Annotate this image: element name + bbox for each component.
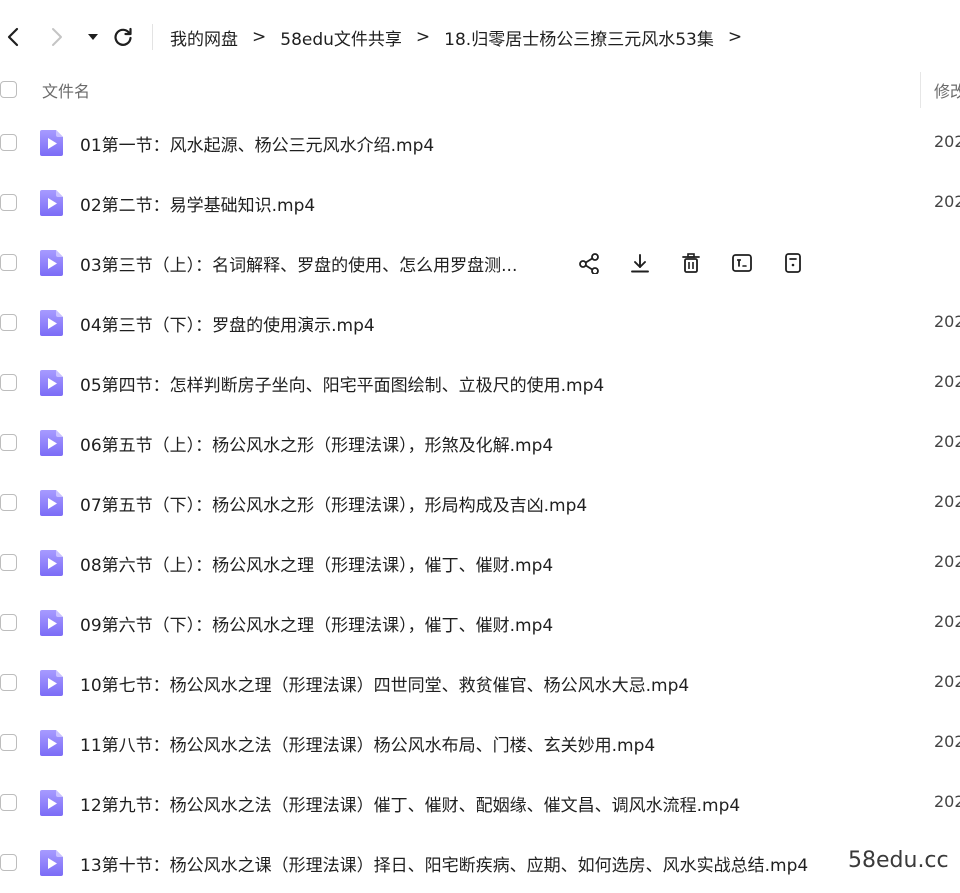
column-header-date[interactable]: 修改 xyxy=(934,78,960,102)
file-name[interactable]: 09第六节（下）：杨公风水之理（形理法课），催丁、催财.mp4 xyxy=(80,611,553,636)
chevron-right-icon xyxy=(52,28,62,46)
refresh-icon xyxy=(114,27,132,46)
video-file-icon xyxy=(40,130,63,156)
refresh-button[interactable] xyxy=(110,24,136,50)
file-row[interactable]: 12第九节：杨公风水之法（形理法课）催丁、催财、配姻缘、催文昌、调风水流程.mp… xyxy=(0,773,960,833)
file-row[interactable]: 10第七节：杨公风水之理（形理法课）四世同堂、救贫催官、杨公风水大忌.mp4 2… xyxy=(0,653,960,713)
rename-button[interactable] xyxy=(729,250,755,276)
toolbar-divider xyxy=(152,24,153,50)
file-row[interactable]: 08第六节（上）：杨公风水之理（形理法课），催丁、催财.mp4 2024 xyxy=(0,533,960,593)
breadcrumb-item[interactable]: 我的网盘 xyxy=(170,25,238,50)
video-file-icon xyxy=(40,310,63,336)
row-checkbox[interactable] xyxy=(0,434,17,451)
video-file-icon xyxy=(40,490,63,516)
file-name[interactable]: 12第九节：杨公风水之法（形理法课）催丁、催财、配姻缘、催文昌、调风水流程.mp… xyxy=(80,791,740,816)
file-row[interactable]: 07第五节（下）：杨公风水之形（形理法课），形局构成及吉凶.mp4 2024 xyxy=(0,473,960,533)
row-checkbox[interactable] xyxy=(0,734,17,751)
video-file-icon xyxy=(40,430,63,456)
modified-date: 2024 xyxy=(934,372,960,391)
breadcrumb-item[interactable]: 18.归零居士杨公三撩三元风水53集 xyxy=(444,25,714,50)
file-name[interactable]: 04第三节（下）：罗盘的使用演示.mp4 xyxy=(80,311,375,336)
file-name[interactable]: 05第四节：怎样判断房子坐向、阳宅平面图绘制、立极尺的使用.mp4 xyxy=(80,371,604,396)
delete-button[interactable] xyxy=(678,250,704,276)
delete-icon xyxy=(682,253,700,273)
video-file-icon xyxy=(40,190,63,216)
modified-date: 2024 xyxy=(934,612,960,631)
file-name[interactable]: 02第二节：易学基础知识.mp4 xyxy=(80,191,315,216)
file-row[interactable]: 06第五节（上）：杨公风水之形（形理法课），形煞及化解.mp4 2024 xyxy=(0,413,960,473)
download-icon xyxy=(631,254,649,273)
file-row[interactable]: 02第二节：易学基础知识.mp4 2024 xyxy=(0,173,960,233)
chevron-left-icon xyxy=(7,27,19,47)
file-name[interactable]: 06第五节（上）：杨公风水之形（形理法课），形煞及化解.mp4 xyxy=(80,431,553,456)
column-divider[interactable] xyxy=(920,72,921,108)
download-button[interactable] xyxy=(627,250,653,276)
file-list: 01第一节：风水起源、杨公三元风水介绍.mp4 2024 02第二节：易学基础知… xyxy=(0,113,960,893)
file-name[interactable]: 10第七节：杨公风水之理（形理法课）四世同堂、救贫催官、杨公风水大忌.mp4 xyxy=(80,671,689,696)
forward-button[interactable] xyxy=(44,24,70,50)
row-actions xyxy=(576,250,831,276)
file-name[interactable]: 07第五节（下）：杨公风水之形（形理法课），形局构成及吉凶.mp4 xyxy=(80,491,587,516)
file-row[interactable]: 11第八节：杨公风水之法（形理法课）杨公风水布局、门楼、玄关妙用.mp4 202… xyxy=(0,713,960,773)
video-file-icon xyxy=(40,790,63,816)
video-file-icon xyxy=(40,730,63,756)
modified-date: 2024 xyxy=(934,732,960,751)
file-row-hovered[interactable]: 03第三节（上）：名词解释、罗盘的使用、怎么用罗盘测... xyxy=(0,233,960,293)
modified-date: 2024 xyxy=(934,492,960,511)
file-row[interactable]: 04第三节（下）：罗盘的使用演示.mp4 2024 xyxy=(0,293,960,353)
modified-date: 2024 xyxy=(934,192,960,211)
video-file-icon xyxy=(40,850,63,876)
video-file-icon xyxy=(40,670,63,696)
video-file-icon xyxy=(40,250,63,276)
row-checkbox[interactable] xyxy=(0,374,17,391)
breadcrumb: 我的网盘 > 58edu文件共享 > 18.归零居士杨公三撩三元风水53集 > xyxy=(170,24,756,50)
file-row[interactable]: 01第一节：风水起源、杨公三元风水介绍.mp4 2024 xyxy=(0,113,960,173)
row-checkbox[interactable] xyxy=(0,494,17,511)
caret-down-icon xyxy=(88,34,98,40)
video-file-icon xyxy=(40,610,63,636)
file-name[interactable]: 01第一节：风水起源、杨公三元风水介绍.mp4 xyxy=(80,131,434,156)
modified-date: 2024 xyxy=(934,312,960,331)
modified-date: 2024 xyxy=(934,432,960,451)
breadcrumb-item[interactable]: 58edu文件共享 xyxy=(280,25,402,50)
breadcrumb-separator: > xyxy=(252,27,267,47)
share-button[interactable] xyxy=(576,250,602,276)
row-checkbox[interactable] xyxy=(0,674,17,691)
breadcrumb-separator: > xyxy=(727,27,743,47)
modified-date: 2024 xyxy=(934,672,960,691)
row-checkbox[interactable] xyxy=(0,794,17,811)
video-file-icon xyxy=(40,370,63,396)
breadcrumb-separator: > xyxy=(415,27,431,47)
modified-date: 2024 xyxy=(934,792,960,811)
watermark: 58edu.cc xyxy=(848,848,949,873)
more-button[interactable] xyxy=(780,250,806,276)
file-name[interactable]: 13第十节：杨公风水之课（形理法课）择日、阳宅断疾病、应期、如何选房、风水实战总… xyxy=(80,851,808,876)
file-list-header: 文件名 修改 xyxy=(0,72,960,108)
history-dropdown-button[interactable] xyxy=(80,24,106,50)
row-checkbox[interactable] xyxy=(0,614,17,631)
more-icon xyxy=(785,253,801,273)
back-button[interactable] xyxy=(0,24,26,50)
select-all-checkbox[interactable] xyxy=(0,81,17,98)
column-header-name[interactable]: 文件名 xyxy=(42,78,90,102)
file-name[interactable]: 08第六节（上）：杨公风水之理（形理法课），催丁、催财.mp4 xyxy=(80,551,553,576)
toolbar: 我的网盘 > 58edu文件共享 > 18.归零居士杨公三撩三元风水53集 > xyxy=(0,0,960,72)
file-name[interactable]: 03第三节（上）：名词解释、罗盘的使用、怎么用罗盘测... xyxy=(80,251,517,276)
modified-date: 2024 xyxy=(934,132,960,151)
row-checkbox[interactable] xyxy=(0,134,17,151)
row-checkbox[interactable] xyxy=(0,254,17,271)
video-file-icon xyxy=(40,550,63,576)
row-checkbox[interactable] xyxy=(0,854,17,871)
share-icon xyxy=(579,253,599,274)
file-name[interactable]: 11第八节：杨公风水之法（形理法课）杨公风水布局、门楼、玄关妙用.mp4 xyxy=(80,731,655,756)
row-checkbox[interactable] xyxy=(0,194,17,211)
modified-date: 2024 xyxy=(934,552,960,571)
row-checkbox[interactable] xyxy=(0,314,17,331)
row-checkbox[interactable] xyxy=(0,554,17,571)
file-row[interactable]: 09第六节（下）：杨公风水之理（形理法课），催丁、催财.mp4 2024 xyxy=(0,593,960,653)
file-row[interactable]: 05第四节：怎样判断房子坐向、阳宅平面图绘制、立极尺的使用.mp4 2024 xyxy=(0,353,960,413)
file-row[interactable]: 13第十节：杨公风水之课（形理法课）择日、阳宅断疾病、应期、如何选房、风水实战总… xyxy=(0,833,960,893)
rename-icon xyxy=(732,254,752,272)
